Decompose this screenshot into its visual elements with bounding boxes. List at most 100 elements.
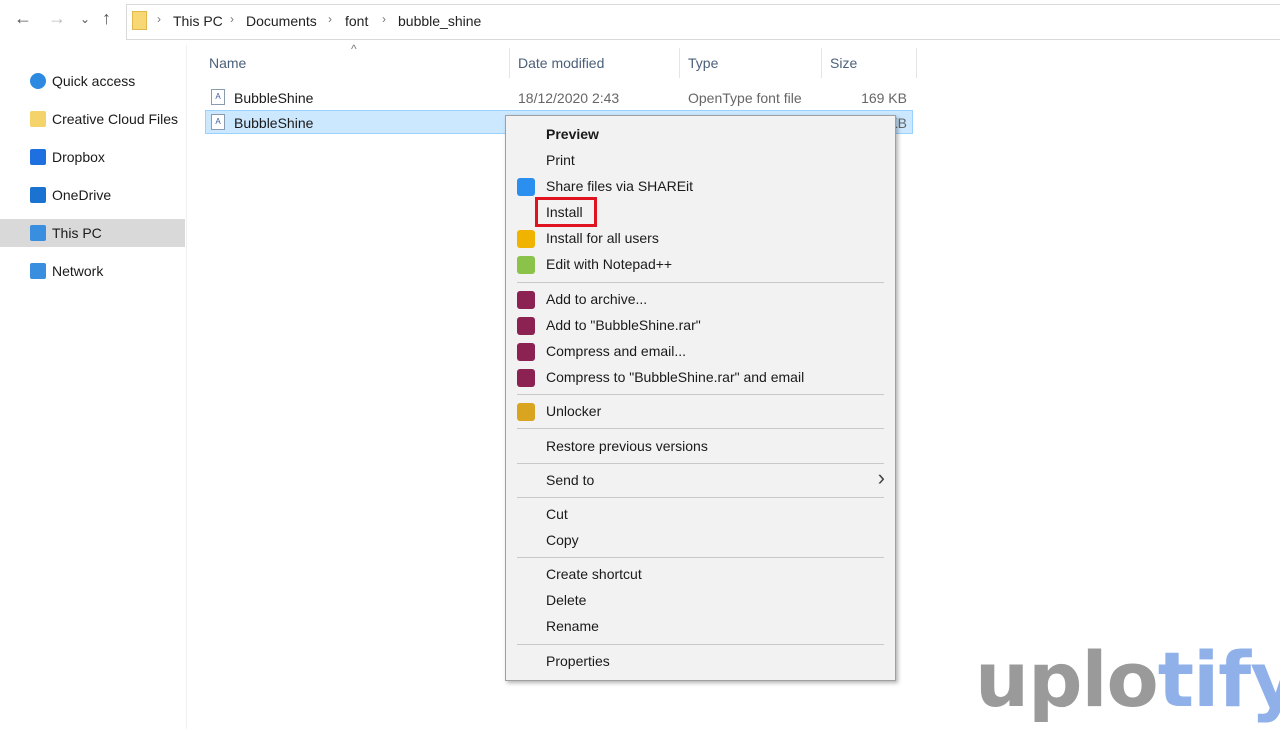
menu-item-label: Compress to "BubbleShine.rar" and email xyxy=(546,369,805,385)
menu-separator xyxy=(517,428,884,429)
star-icon xyxy=(30,73,46,89)
chevron-right-icon: › xyxy=(230,12,234,26)
menu-separator xyxy=(517,463,884,464)
column-header-name[interactable]: Name xyxy=(209,55,246,71)
sidebar-item-this-pc[interactable]: This PC xyxy=(0,219,185,247)
notepad-plus-plus-icon xyxy=(517,256,535,274)
menu-item-add-to-archive[interactable]: Add to archive... xyxy=(506,287,895,311)
breadcrumb-documents[interactable]: Documents xyxy=(246,13,317,29)
winrar-icon xyxy=(517,317,535,335)
menu-item-share-files-via-shareit[interactable]: Share files via SHAREit xyxy=(506,174,895,198)
breadcrumb-bubble-shine[interactable]: bubble_shine xyxy=(398,13,481,29)
menu-item-label: Cut xyxy=(546,506,568,522)
menu-item-label: Delete xyxy=(546,592,587,608)
menu-item-label: Edit with Notepad++ xyxy=(546,256,673,272)
menu-item-label: Print xyxy=(546,152,575,168)
winrar-icon xyxy=(517,343,535,361)
menu-item-cut[interactable]: Cut xyxy=(506,502,895,526)
submenu-arrow-icon: › xyxy=(877,465,885,490)
menu-item-edit-with-notepad[interactable]: Edit with Notepad++ xyxy=(506,252,895,276)
file-row[interactable]: A BubbleShine 18/12/2020 2:43 OpenType f… xyxy=(205,86,913,110)
menu-item-send-to[interactable]: Send to › xyxy=(506,465,895,492)
breadcrumb-font[interactable]: font xyxy=(345,13,368,29)
column-divider[interactable] xyxy=(821,48,822,78)
winrar-icon xyxy=(517,369,535,387)
menu-item-label: Preview xyxy=(546,126,599,142)
network-icon xyxy=(30,263,46,279)
menu-item-label: Compress and email... xyxy=(546,343,687,359)
menu-item-copy[interactable]: Copy xyxy=(506,528,895,552)
chevron-right-icon: › xyxy=(328,12,332,26)
menu-separator xyxy=(517,282,884,283)
install-highlight-box xyxy=(535,197,597,227)
menu-item-print[interactable]: Print xyxy=(506,148,895,172)
file-name: BubbleShine xyxy=(234,90,314,106)
menu-item-restore-previous-versions[interactable]: Restore previous versions xyxy=(506,434,895,458)
menu-item-delete[interactable]: Delete xyxy=(506,588,895,612)
menu-separator xyxy=(517,394,884,395)
menu-item-create-shortcut[interactable]: Create shortcut xyxy=(506,562,895,586)
menu-item-label: Install for all users xyxy=(546,230,659,246)
menu-item-compress-to-bubbleshine-rar-and-email[interactable]: Compress to "BubbleShine.rar" and email xyxy=(506,365,895,389)
menu-item-add-to-bubbleshine-rar[interactable]: Add to "BubbleShine.rar" xyxy=(506,313,895,337)
column-divider[interactable] xyxy=(509,48,510,78)
watermark-blue: tify xyxy=(1157,635,1280,724)
file-date: 18/12/2020 2:43 xyxy=(518,90,620,106)
font-file-icon: A xyxy=(211,89,225,105)
column-header-type[interactable]: Type xyxy=(688,55,718,71)
menu-item-label: Share files via SHAREit xyxy=(546,178,694,194)
sidebar-item-creative-cloud-files[interactable]: Creative Cloud Files xyxy=(0,105,185,133)
up-button[interactable]: ↑ xyxy=(102,8,111,29)
file-name: BubbleShine xyxy=(234,115,314,131)
column-divider[interactable] xyxy=(916,48,917,78)
sidebar-item-onedrive[interactable]: OneDrive xyxy=(0,181,185,209)
menu-separator xyxy=(517,497,884,498)
breadcrumb-this-pc[interactable]: This PC xyxy=(173,13,223,29)
back-button[interactable]: ← xyxy=(14,8,32,29)
menu-separator xyxy=(517,557,884,558)
onedrive-icon xyxy=(30,187,46,203)
unlocker-wand-icon xyxy=(517,403,535,421)
creative-cloud-folder-icon xyxy=(30,111,46,127)
menu-item-compress-and-email[interactable]: Compress and email... xyxy=(506,339,895,363)
forward-button[interactable]: → xyxy=(48,8,66,29)
sidebar-item-label: Network xyxy=(52,263,104,279)
menu-item-properties[interactable]: Properties xyxy=(506,649,895,673)
menu-item-label: Rename xyxy=(546,618,599,634)
sidebar-item-network[interactable]: Network xyxy=(0,257,185,285)
sidebar-item-label: This PC xyxy=(52,225,102,241)
sidebar-item-label: Quick access xyxy=(52,73,136,89)
menu-separator xyxy=(517,644,884,645)
menu-item-label: Restore previous versions xyxy=(546,438,708,454)
file-size: 169 KB xyxy=(861,90,907,106)
menu-item-label: Unlocker xyxy=(546,403,602,419)
sidebar-item-quick-access[interactable]: Quick access xyxy=(0,67,185,95)
pane-divider xyxy=(186,45,187,729)
menu-item-preview[interactable]: Preview xyxy=(506,122,895,146)
column-header-size[interactable]: Size xyxy=(830,55,857,71)
sidebar-item-label: Dropbox xyxy=(52,149,105,165)
recent-locations-button[interactable]: ⌄ xyxy=(80,12,90,26)
menu-item-label: Create shortcut xyxy=(546,566,642,582)
uac-shield-icon xyxy=(517,230,535,248)
menu-item-label: Properties xyxy=(546,653,610,669)
folder-icon xyxy=(132,11,147,30)
menu-item-rename[interactable]: Rename xyxy=(506,614,895,638)
sidebar-item-dropbox[interactable]: Dropbox xyxy=(0,143,185,171)
column-header-date[interactable]: Date modified xyxy=(518,55,604,71)
chevron-right-icon: › xyxy=(382,12,386,26)
winrar-icon xyxy=(517,291,535,309)
font-file-icon: A xyxy=(211,114,225,130)
sort-ascending-icon: ^ xyxy=(351,42,357,56)
menu-item-unlocker[interactable]: Unlocker xyxy=(506,399,895,423)
menu-item-install-for-all-users[interactable]: Install for all users xyxy=(506,226,895,250)
dropbox-icon xyxy=(30,149,46,165)
menu-item-label: Add to "BubbleShine.rar" xyxy=(546,317,701,333)
uplotify-watermark-logo: uplotify xyxy=(975,635,1280,724)
menu-item-label: Send to xyxy=(546,472,595,488)
watermark-gray: uplo xyxy=(975,635,1159,724)
menu-item-label: Copy xyxy=(546,532,579,548)
column-divider[interactable] xyxy=(679,48,680,78)
sidebar-item-label: OneDrive xyxy=(52,187,112,203)
menu-item-label: Add to archive... xyxy=(546,291,648,307)
